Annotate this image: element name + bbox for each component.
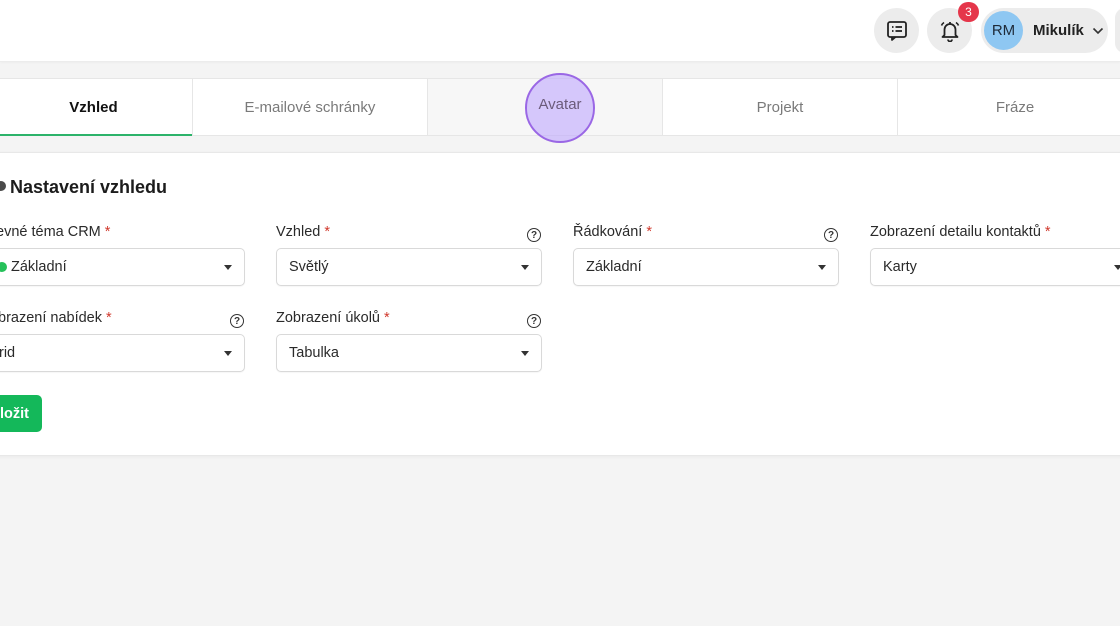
header-overflow-button[interactable] bbox=[1115, 8, 1120, 53]
chat-list-icon bbox=[886, 20, 907, 41]
caret-down-icon bbox=[224, 265, 232, 270]
question-circle-icon[interactable]: ? bbox=[527, 228, 541, 242]
tasks-view-select[interactable]: Tabulka bbox=[276, 334, 542, 372]
chevron-down-icon bbox=[1092, 27, 1103, 34]
spacing-select[interactable]: Základní bbox=[573, 248, 839, 286]
contact-detail-label: Zobrazení detailu kontaktů * bbox=[870, 224, 1051, 240]
contact-detail-select[interactable]: Karty bbox=[870, 248, 1120, 286]
chat-button[interactable] bbox=[874, 8, 919, 53]
contact-detail-value: Karty bbox=[883, 259, 917, 275]
question-circle-icon[interactable]: ? bbox=[527, 314, 541, 328]
question-circle-icon[interactable]: ? bbox=[230, 314, 244, 328]
tab-avatar-label[interactable]: Avatar bbox=[525, 96, 595, 113]
avatar: RM bbox=[984, 11, 1023, 50]
user-menu[interactable]: RM Mikulík bbox=[981, 8, 1108, 53]
caret-down-icon bbox=[521, 265, 529, 270]
tab-email-boxes[interactable]: E-mailové schránky bbox=[193, 79, 428, 135]
spacing-value: Základní bbox=[586, 259, 642, 275]
tab-vzhled[interactable]: Vzhled bbox=[0, 79, 193, 136]
offers-view-select[interactable]: rid bbox=[0, 334, 245, 372]
section-title: Nastavení vzhledu bbox=[10, 177, 168, 197]
caret-down-icon bbox=[818, 265, 826, 270]
user-name: Mikulík bbox=[1033, 22, 1084, 39]
bell-icon bbox=[940, 21, 959, 42]
spacing-label: Řádkování * bbox=[573, 224, 652, 240]
appearance-select[interactable]: Světlý bbox=[276, 248, 542, 286]
notification-count-badge: 3 bbox=[958, 2, 979, 22]
appearance-label: Vzhled * bbox=[276, 224, 330, 240]
question-circle-icon[interactable]: ? bbox=[824, 228, 838, 242]
appearance-settings-card bbox=[0, 152, 1120, 456]
tab-phrases[interactable]: Fráze bbox=[898, 79, 1120, 135]
color-theme-value: Základní bbox=[11, 259, 67, 275]
tab-project[interactable]: Projekt bbox=[663, 79, 898, 135]
save-button[interactable]: ložit bbox=[0, 395, 42, 432]
caret-down-icon bbox=[224, 351, 232, 356]
color-theme-select[interactable]: Základní bbox=[0, 248, 245, 286]
caret-down-icon bbox=[1114, 265, 1120, 270]
offers-view-label: brazení nabídek * bbox=[0, 310, 112, 326]
tasks-view-value: Tabulka bbox=[289, 345, 339, 361]
appearance-value: Světlý bbox=[289, 259, 329, 275]
theme-color-swatch bbox=[0, 262, 7, 272]
offers-view-value: rid bbox=[0, 345, 16, 361]
caret-down-icon bbox=[521, 351, 529, 356]
tasks-view-label: Zobrazení úkolů * bbox=[276, 310, 390, 326]
color-theme-label: evné téma CRM * bbox=[0, 224, 111, 240]
